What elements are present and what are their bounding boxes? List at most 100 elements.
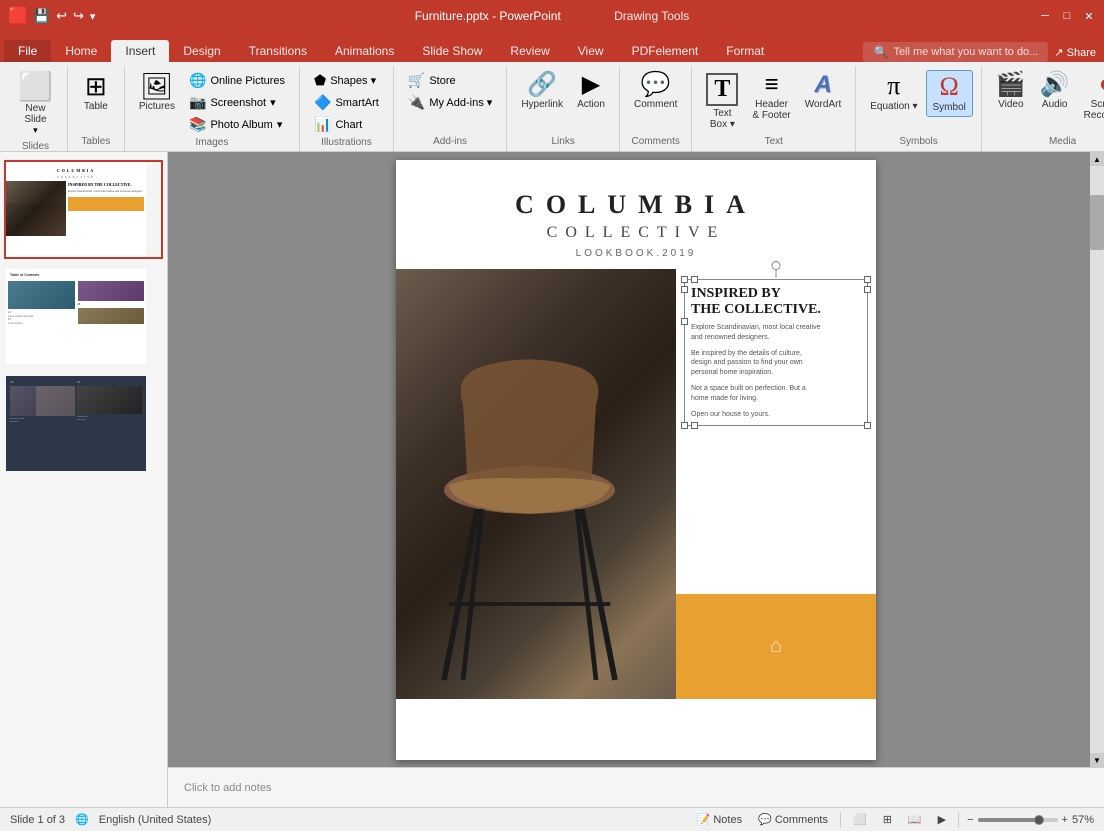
handle-bm[interactable] xyxy=(691,422,698,429)
tab-pdf[interactable]: PDFelement xyxy=(618,40,713,62)
audio-button[interactable]: 🔊 Audio xyxy=(1034,70,1076,113)
table-label: Table xyxy=(84,101,108,112)
tab-design[interactable]: Design xyxy=(169,40,234,62)
tab-transitions[interactable]: Transitions xyxy=(235,40,321,62)
smartart-button[interactable]: 🔷 SmartArt xyxy=(308,92,385,113)
zoom-in-btn[interactable]: + xyxy=(1062,814,1068,826)
slide-preview-3[interactable]: 28 content text heremore info 30 content… xyxy=(4,374,163,473)
click-to-add-notes: Click to add notes xyxy=(184,782,271,794)
screenshot-button[interactable]: 📷 Screenshot ▾ xyxy=(183,92,291,113)
handle-extra-ml[interactable] xyxy=(681,318,688,325)
new-slide-button[interactable]: ⬜ NewSlide ▾ xyxy=(12,70,59,139)
scroll-down-btn[interactable]: ▼ xyxy=(1090,753,1104,767)
scroll-thumb[interactable] xyxy=(1090,195,1104,250)
search-box[interactable]: 🔍 Tell me what you want to do... xyxy=(863,42,1048,62)
tab-slideshow[interactable]: Slide Show xyxy=(408,40,496,62)
tab-view[interactable]: View xyxy=(564,40,618,62)
slides-group-label: Slides xyxy=(12,139,59,152)
scroll-up-btn[interactable]: ▲ xyxy=(1090,152,1104,166)
zoom-slider[interactable] xyxy=(978,818,1058,822)
video-button[interactable]: 🎬 Video xyxy=(990,70,1032,113)
header-footer-button[interactable]: ≡ Header& Footer xyxy=(746,70,796,124)
symbol-button[interactable]: Ω Symbol xyxy=(926,70,973,117)
reading-view-btn[interactable]: 📖 xyxy=(904,811,926,828)
slide-thumb-1[interactable]: 1 COLUMBIA COLLECTIVE INSPIRED BY THE CO… xyxy=(4,160,163,259)
symbols-group-label: Symbols xyxy=(864,134,973,147)
slide-thumb-2[interactable]: 2 Table of Contents 24some content text … xyxy=(4,267,163,366)
store-icon: 🛒 xyxy=(408,72,425,89)
text-box-button[interactable]: T TextBox ▾ xyxy=(700,70,744,133)
shapes-button[interactable]: ⬟ Shapes ▾ xyxy=(308,70,385,91)
slide-canvas[interactable]: COLUMBIA COLLECTIVE LOOKBOOK.2019 xyxy=(396,160,876,760)
comment-button[interactable]: 💬 Comment xyxy=(628,70,683,113)
new-slide-dropdown[interactable]: ▾ xyxy=(33,125,38,136)
handle-mr[interactable] xyxy=(864,286,871,293)
window-controls: ─ □ ✕ xyxy=(1038,9,1096,23)
header-footer-label: Header& Footer xyxy=(752,99,790,121)
table-button[interactable]: ⊞ Table xyxy=(76,70,116,115)
ribbon-group-symbols: π Equation ▾ Ω Symbol Symbols xyxy=(856,66,982,151)
screen-recording-icon: ⏺ xyxy=(1100,73,1104,97)
vertical-scrollbar[interactable]: ▲ ▼ xyxy=(1090,152,1104,767)
handle-br[interactable] xyxy=(864,422,871,429)
normal-view-btn[interactable]: ⬜ xyxy=(849,811,871,828)
tab-insert[interactable]: Insert xyxy=(111,40,169,62)
undo-btn[interactable]: ↩ xyxy=(56,8,67,24)
addins-col: 🛒 Store 🔌 My Add-ins ▾ xyxy=(402,70,498,113)
new-slide-icon: ⬜ xyxy=(18,73,53,101)
zoom-out-btn[interactable]: − xyxy=(967,814,973,826)
action-button[interactable]: ▶ Action xyxy=(571,70,611,113)
tab-animations[interactable]: Animations xyxy=(321,40,408,62)
photo-album-button[interactable]: 📚 Photo Album ▾ xyxy=(183,114,291,135)
quick-access-save[interactable]: 💾 xyxy=(34,8,50,24)
tab-review[interactable]: Review xyxy=(496,40,563,62)
comments-btn[interactable]: 💬 Comments xyxy=(754,811,832,828)
chart-button[interactable]: 📊 Chart xyxy=(308,114,385,135)
language-indicator-icon: 🌐 xyxy=(75,813,89,826)
slide-thumb-3[interactable]: 3 28 content text heremore info 30 xyxy=(4,374,163,473)
status-divider xyxy=(840,812,841,828)
tab-home[interactable]: Home xyxy=(51,40,111,62)
share-btn[interactable]: ↗ Share xyxy=(1054,46,1096,59)
screen-recording-button[interactable]: ⏺ ScreenRecording xyxy=(1078,70,1104,124)
hyperlink-icon: 🔗 xyxy=(527,73,557,97)
zoom-thumb[interactable] xyxy=(1034,815,1044,825)
slide-preview-2[interactable]: Table of Contents 24some content text he… xyxy=(4,267,163,366)
rotate-handle[interactable] xyxy=(772,261,781,270)
slide-preview-1[interactable]: COLUMBIA COLLECTIVE INSPIRED BY THE COLL… xyxy=(4,160,163,259)
notes-area[interactable]: Click to add notes xyxy=(168,767,1104,807)
tab-file[interactable]: File xyxy=(4,40,51,62)
screen-recording-label: ScreenRecording xyxy=(1084,99,1104,121)
handle-bl[interactable] xyxy=(681,422,688,429)
handle-tl[interactable] xyxy=(681,276,688,283)
reading-view-icon: 📖 xyxy=(908,813,922,826)
desc1-text: Explore Scandinavian, most local creativ… xyxy=(691,324,821,331)
minimize-btn[interactable]: ─ xyxy=(1038,9,1052,23)
handle-ml[interactable] xyxy=(681,286,688,293)
hyperlink-button[interactable]: 🔗 Hyperlink xyxy=(515,70,569,113)
handle-tm[interactable] xyxy=(691,276,698,283)
close-btn[interactable]: ✕ xyxy=(1082,9,1096,23)
wordart-button[interactable]: A WordArt xyxy=(799,70,848,113)
slideshow-btn[interactable]: ▶ xyxy=(934,811,950,828)
ribbon-group-comments: 💬 Comment Comments xyxy=(620,66,692,151)
slide-sorter-btn[interactable]: ⊞ xyxy=(879,811,896,828)
pictures-button[interactable]: 🖼 Pictures xyxy=(133,70,181,115)
equation-button[interactable]: π Equation ▾ xyxy=(864,70,923,115)
tab-format[interactable]: Format xyxy=(712,40,778,62)
text-box-selected[interactable]: INSPIRED BY THE COLLECTIVE. Explore Scan… xyxy=(684,279,868,427)
online-pictures-button[interactable]: 🌐 Online Pictures xyxy=(183,70,291,91)
text-box-container[interactable]: INSPIRED BY THE COLLECTIVE. Explore Scan… xyxy=(684,279,868,427)
store-button[interactable]: 🛒 Store xyxy=(402,70,498,91)
photo-album-dropdown[interactable]: ▾ xyxy=(277,118,283,131)
maximize-btn[interactable]: □ xyxy=(1060,9,1074,23)
handle-tr[interactable] xyxy=(864,276,871,283)
slide-desc-3: Not a space built on perfection. But a h… xyxy=(691,384,861,404)
photo-album-label: Photo Album xyxy=(210,119,272,131)
redo-btn[interactable]: ↪ xyxy=(73,8,84,24)
customize-qat[interactable]: ▾ xyxy=(90,10,96,23)
screenshot-dropdown[interactable]: ▾ xyxy=(270,96,276,109)
my-addins-button[interactable]: 🔌 My Add-ins ▾ xyxy=(402,92,498,113)
notes-btn[interactable]: 📝 Notes xyxy=(693,811,746,828)
slide-header: COLUMBIA COLLECTIVE LOOKBOOK.2019 xyxy=(396,160,876,269)
